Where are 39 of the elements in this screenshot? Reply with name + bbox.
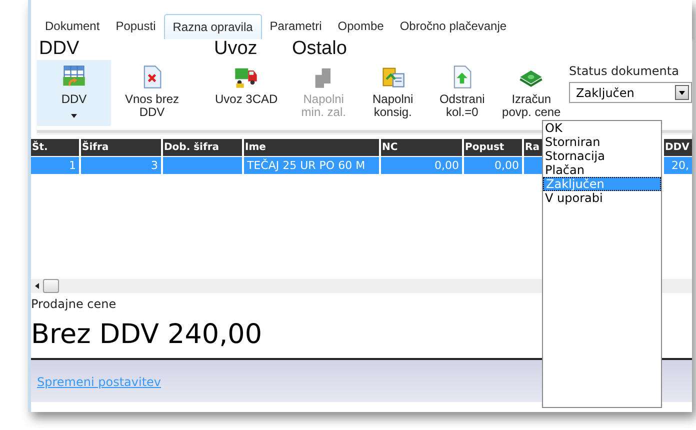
group-label: Uvoz [213,38,258,60]
group-label: Ostalo [291,38,348,60]
tab[interactable]: Dokument [37,14,108,38]
table-cell: TEČAJ 25 UR PO 60 M [244,157,379,174]
section-label: Prodajne cene [31,296,118,311]
column-header[interactable]: DDV [664,139,692,156]
dropdown-option[interactable]: V uporabi [543,191,661,205]
scrollbar-thumb[interactable] [43,279,59,293]
tab[interactable]: Popusti [108,14,164,38]
scroll-left-arrow-icon[interactable] [35,283,39,289]
ribbon-button[interactable]: Uvoz 3CAD [212,60,281,110]
ribbon-button[interactable]: Vnos brez DDV [113,60,191,123]
caret-icon [71,114,77,118]
table-cell: 3 [81,157,161,174]
dropdown-option[interactable]: Plačan [543,163,661,177]
field-label: Status dokumenta [569,64,680,78]
column-header[interactable]: Št. [31,139,79,156]
group-label: DDV [38,38,80,60]
tab[interactable]: Opombe [330,14,392,38]
column-header[interactable]: Ime [244,139,379,156]
status-dropdown[interactable]: Zaključen [569,82,692,103]
ribbon-button[interactable]: DDV [37,60,111,126]
price-total: Brez DDV 240,00 [31,319,264,350]
column-header[interactable]: Šifra [81,139,161,156]
column-header[interactable]: Popust [464,139,522,156]
tab[interactable]: Parametri [262,14,330,38]
dropdown-option[interactable]: OK [543,121,661,135]
tab[interactable]: Obročno plačevanje [392,14,515,38]
dropdown-option[interactable]: Storniran [543,135,661,149]
column-header[interactable]: NC [381,139,462,156]
table-cell: 20, [664,157,692,174]
tab[interactable]: Razna opravila [164,14,262,39]
table-cell: 0,00 [464,157,522,174]
ribbon-button[interactable]: Odstrani kol.=0 [428,60,496,123]
ribbon-button[interactable]: Napolni konsig. [359,60,426,123]
column-header[interactable]: Dob. šifra [163,139,242,156]
ribbon-button[interactable]: Izračun povp. cene [498,60,565,123]
table-cell: 1 [31,157,79,174]
table-cell: 0,00 [381,157,462,174]
